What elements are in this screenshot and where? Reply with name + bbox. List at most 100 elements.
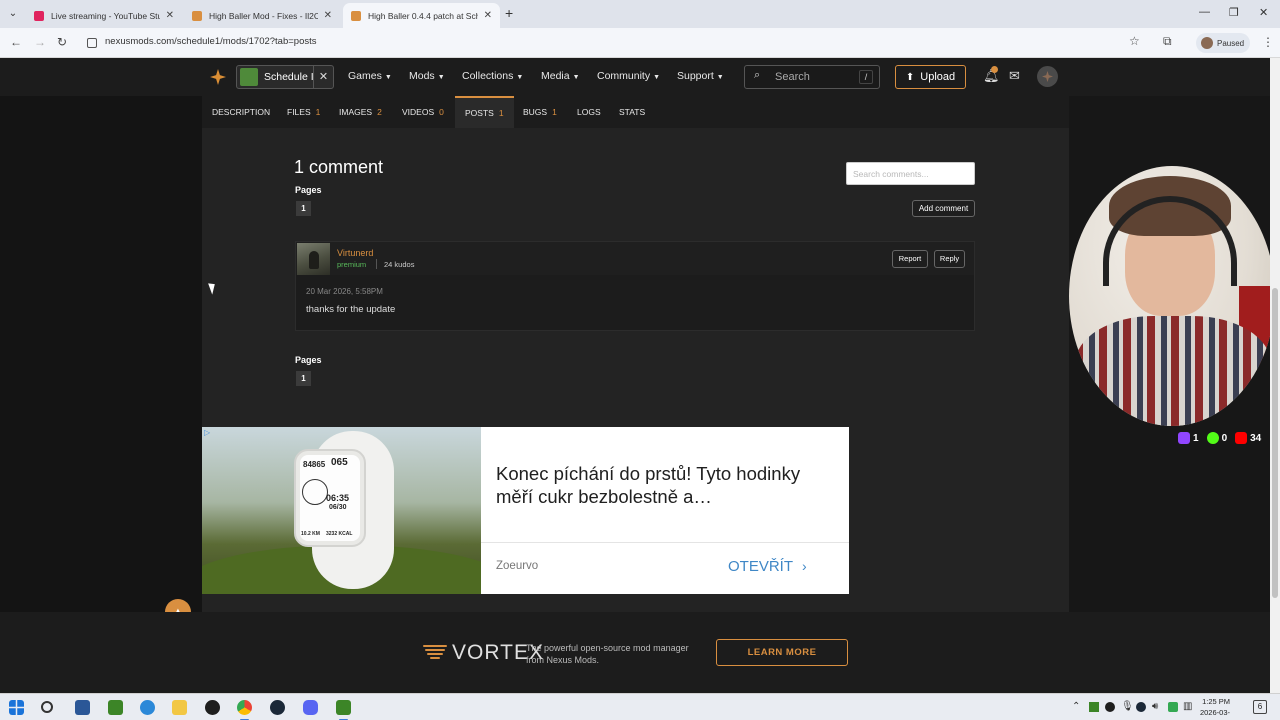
notification-center-icon[interactable]: 6 — [1253, 700, 1267, 714]
tray-steam-icon[interactable] — [1136, 702, 1146, 712]
ad-open-button[interactable]: OTEVŘÍT › — [728, 558, 807, 575]
tab-stats[interactable]: STATS — [609, 96, 655, 128]
tab-images[interactable]: IMAGES 2 — [329, 96, 392, 128]
ad-choices-icon[interactable]: ▷ — [204, 428, 210, 437]
close-window-icon[interactable]: ✕ — [1259, 6, 1268, 19]
commenter-avatar[interactable] — [297, 243, 330, 275]
nav-games[interactable]: Games ▼ — [348, 70, 392, 82]
page-number-button[interactable]: 1 — [296, 201, 311, 216]
file-explorer-icon[interactable] — [172, 700, 187, 715]
nav-collections-label: Collections — [462, 70, 514, 82]
start-icon[interactable] — [9, 700, 24, 715]
close-tab-icon[interactable]: ✕ — [484, 10, 492, 21]
nav-community[interactable]: Community ▼ — [597, 70, 660, 82]
ad-watch-bpm: 065 — [331, 457, 348, 468]
volume-icon[interactable]: 🔊︎ — [1152, 701, 1158, 712]
tab-logs[interactable]: LOGS — [567, 96, 611, 128]
ad-watch-image[interactable]: 84865 065 06:35 06/30 10.2 KM 3232 KCAL — [202, 427, 481, 594]
tab-videos[interactable]: VIDEOS 0 — [392, 96, 454, 128]
close-tab-icon[interactable]: ✕ — [324, 10, 332, 21]
ad-brand: Zoeurvo — [496, 560, 539, 572]
obs-icon[interactable] — [205, 700, 220, 715]
browser-tab-high-baller-fixes[interactable]: High Baller Mod - Fixes - Il2Cpp ✕ — [184, 3, 340, 28]
scrollbar-thumb[interactable] — [1272, 288, 1278, 598]
steam-icon[interactable] — [270, 700, 285, 715]
tab-search-dropdown-icon[interactable]: ⌄ — [6, 7, 20, 21]
nav-collections[interactable]: Collections ▼ — [462, 70, 523, 82]
game-icon[interactable] — [336, 700, 351, 720]
nav-community-label: Community — [597, 70, 651, 82]
new-tab-icon[interactable]: + — [505, 5, 513, 21]
add-comment-button[interactable]: Add comment — [912, 200, 975, 217]
minimize-icon[interactable]: — — [1199, 6, 1210, 18]
site-search-input[interactable]: ⌕ Search / — [744, 65, 880, 89]
commenter-username[interactable]: Virtunerd — [337, 248, 373, 258]
clear-game-icon[interactable]: ✕ — [313, 66, 333, 88]
profile-button[interactable]: Paused — [1196, 33, 1250, 53]
kick-viewers: 0 — [1221, 432, 1228, 444]
ad-headline[interactable]: Konec píchání do prstů! Tyto hodinky měř… — [496, 462, 826, 508]
clock-date: 2026-03-24 — [1199, 708, 1230, 720]
url-field[interactable]: nexusmods.com/schedule1/mods/1702?tab=po… — [105, 36, 317, 47]
browser-tab-bar: ⌄ Live streaming - YouTube Studio ✕ High… — [0, 0, 1280, 28]
browser-tab-high-baller-patch[interactable]: High Baller 0.4.4 patch at Schedule I ✕ — [343, 3, 500, 28]
reload-icon[interactable]: ↻ — [57, 35, 67, 49]
tab-files[interactable]: FILES 1 — [277, 96, 330, 128]
search-comments-input[interactable] — [846, 162, 975, 185]
address-bar: ← → ↻ nexusmods.com/schedule1/mods/1702?… — [0, 28, 1280, 58]
messages-mail-icon[interactable]: ✉ — [1009, 68, 1020, 84]
microphone-icon[interactable]: 🎙︎ — [1121, 701, 1134, 712]
advertisement[interactable]: 84865 065 06:35 06/30 10.2 KM 3232 KCAL … — [202, 427, 849, 594]
game-selector[interactable]: Schedule I ✕ — [236, 65, 334, 89]
tray-app-icon[interactable] — [1168, 702, 1178, 712]
search-placeholder: Search — [775, 71, 810, 83]
close-tab-icon[interactable]: ✕ — [166, 10, 174, 21]
learn-more-button[interactable]: LEARN MORE — [716, 639, 848, 666]
chevron-down-icon: ▼ — [572, 74, 580, 81]
tab-label: BUGS — [523, 107, 548, 117]
user-avatar[interactable] — [1037, 66, 1058, 87]
taskbar-clock[interactable]: 1:25 PM 2026-03-24 — [1196, 696, 1230, 720]
bookmark-star-icon[interactable]: ☆ — [1129, 34, 1140, 48]
comment-item: Virtunerd premium 24 kudos Report Reply … — [295, 241, 975, 331]
nav-support[interactable]: Support ▼ — [677, 70, 724, 82]
site-info-icon[interactable] — [87, 38, 97, 48]
back-icon[interactable]: ← — [10, 35, 22, 49]
reply-button[interactable]: Reply — [934, 250, 965, 268]
tray-overflow-icon[interactable]: ⌃ — [1072, 701, 1080, 712]
youtube-studio-icon — [34, 10, 44, 21]
restore-icon[interactable]: ❐ — [1229, 6, 1239, 19]
extensions-icon[interactable]: ⧉ — [1163, 34, 1172, 49]
nexus-logo-icon[interactable] — [210, 69, 226, 85]
minecraft-icon[interactable] — [108, 700, 123, 715]
browser-tab-youtube-studio[interactable]: Live streaming - YouTube Studio ✕ — [26, 3, 182, 28]
tray-obs-icon[interactable] — [1105, 702, 1115, 712]
page-scrollbar[interactable] — [1270, 58, 1280, 693]
network-icon[interactable]: ▥ — [1183, 701, 1192, 712]
upload-button[interactable]: ⬆ Upload — [895, 65, 966, 89]
tray-app-icon[interactable] — [1089, 702, 1099, 712]
tab-description[interactable]: DESCRIPTION — [202, 96, 280, 128]
ad-watch-date: 06/30 — [329, 504, 347, 511]
clock-time: 1:25 PM — [1202, 697, 1230, 706]
nav-media[interactable]: Media ▼ — [541, 70, 580, 82]
nav-mods[interactable]: Mods ▼ — [409, 70, 445, 82]
forward-icon[interactable]: → — [34, 35, 46, 49]
search-icon: ⌕ — [754, 69, 761, 81]
taskbar-search-icon[interactable] — [41, 701, 53, 713]
notification-badge — [991, 66, 998, 73]
tab-posts[interactable]: POSTS 1 — [455, 96, 514, 128]
page-number-button-bottom[interactable]: 1 — [296, 371, 311, 386]
pages-label: Pages — [295, 185, 322, 195]
browser-menu-icon[interactable]: ⋮ — [1262, 35, 1274, 49]
app-icon[interactable] — [140, 700, 155, 715]
chrome-icon[interactable] — [237, 700, 252, 720]
tab-bugs[interactable]: BUGS 1 — [513, 96, 567, 128]
comments-title: 1 comment — [294, 157, 384, 177]
tab-label: LOGS — [577, 107, 601, 117]
app-icon[interactable] — [75, 700, 90, 715]
mod-tabs: DESCRIPTION FILES 1 IMAGES 2 VIDEOS 0 POSTS… — [202, 96, 1069, 128]
chevron-down-icon: ▼ — [516, 74, 524, 81]
discord-icon[interactable] — [303, 700, 318, 715]
report-button[interactable]: Report — [892, 250, 928, 268]
